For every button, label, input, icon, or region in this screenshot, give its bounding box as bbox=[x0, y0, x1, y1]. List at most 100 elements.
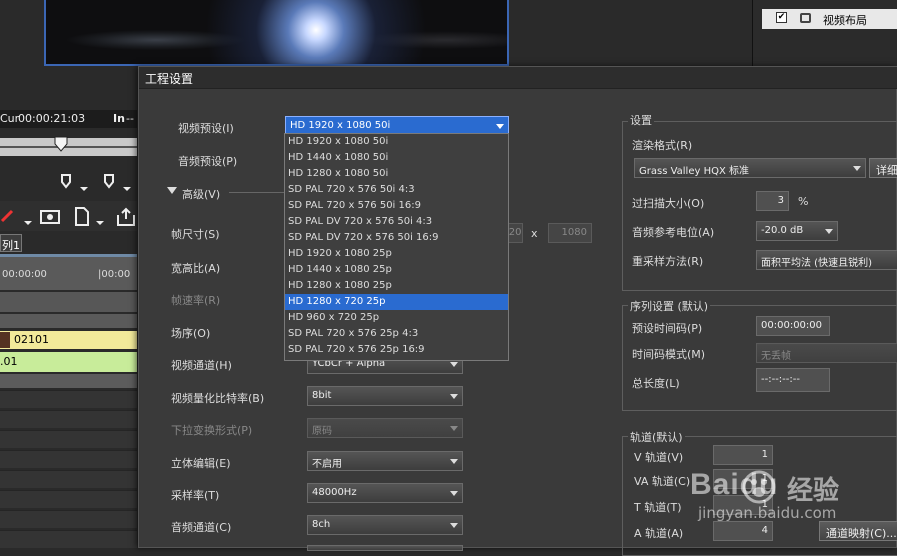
timeline-clip[interactable]: 02101 bbox=[0, 331, 137, 349]
audio-ref-select[interactable]: -20.0 dB bbox=[756, 221, 838, 241]
timecode-bar: Cur 00:00:21:03 In -- bbox=[0, 110, 137, 128]
clip-label: .01 bbox=[0, 355, 18, 368]
dropdown-option[interactable]: HD 1920 x 1080 25p bbox=[285, 246, 508, 262]
chevron-down-icon[interactable] bbox=[853, 166, 861, 171]
dropdown-option[interactable]: HD 1440 x 1080 25p bbox=[285, 262, 508, 278]
baidu-watermark: Baidu 经验 jingyan.baidu.com bbox=[690, 464, 890, 544]
preview-frame bbox=[46, 0, 507, 64]
timecode-mode-select[interactable]: 无丢帧 bbox=[756, 343, 897, 363]
timecode-mode-label: 时间码模式(M) bbox=[632, 348, 706, 361]
preset-timecode-label: 预设时间码(P) bbox=[632, 322, 703, 335]
timeline-track[interactable] bbox=[0, 530, 137, 548]
preset-timecode-field[interactable]: 00:00:00:00 bbox=[756, 316, 830, 336]
dropdown-option[interactable]: HD 1440 x 1080 50i bbox=[285, 150, 508, 166]
timeline-track[interactable] bbox=[0, 430, 137, 448]
field-order-label: 场序(O) bbox=[171, 327, 211, 340]
file-icon[interactable] bbox=[74, 207, 108, 227]
overscan-field[interactable]: 3 bbox=[756, 191, 789, 211]
extra-select[interactable] bbox=[307, 545, 463, 551]
pulldown-select[interactable]: 原码 bbox=[307, 418, 463, 438]
v-track-field[interactable]: 1 bbox=[713, 445, 773, 465]
timeline-track[interactable] bbox=[0, 490, 137, 508]
advanced-label[interactable]: 高级(V) bbox=[182, 186, 220, 202]
render-format-label: 渲染格式(R) bbox=[632, 139, 693, 152]
watermark-brand-cn: 经验 bbox=[787, 476, 840, 506]
overscan-label: 过扫描大小(O) bbox=[632, 197, 705, 210]
audio-preset-label: 音频预设(P) bbox=[178, 155, 238, 168]
video-preview bbox=[44, 0, 509, 66]
dropdown-option[interactable]: HD 1280 x 1080 50i bbox=[285, 166, 508, 182]
render-format-select[interactable]: Grass Valley HQX 标准 bbox=[634, 158, 866, 178]
chevron-down-icon[interactable] bbox=[825, 229, 833, 234]
cur-label: Cur bbox=[0, 112, 20, 125]
timeline-track[interactable] bbox=[0, 510, 137, 528]
stereo-edit-select[interactable]: 不启用 bbox=[307, 451, 463, 471]
audio-channel-select[interactable]: 8ch bbox=[307, 515, 463, 535]
frame-height-field[interactable]: 1080 bbox=[548, 223, 592, 243]
chevron-down-icon[interactable] bbox=[496, 124, 504, 129]
dropdown-option[interactable]: SD PAL 720 x 576 25p 16:9 bbox=[285, 342, 508, 358]
dropdown-option[interactable]: SD PAL 720 x 576 50i 4:3 bbox=[285, 182, 508, 198]
bitdepth-select[interactable]: 8bit bbox=[307, 386, 463, 406]
audio-ref-value: -20.0 dB bbox=[761, 225, 804, 236]
timeline-track[interactable] bbox=[0, 390, 137, 408]
timeline-track[interactable] bbox=[0, 292, 137, 312]
samplerate-select[interactable]: 48000Hz bbox=[307, 483, 463, 503]
ruler-mark: |00:00 bbox=[98, 269, 131, 280]
aspect-ratio-label: 宽高比(A) bbox=[171, 262, 221, 275]
detail-button[interactable]: 详细 bbox=[869, 158, 897, 178]
playhead-icon[interactable] bbox=[54, 136, 68, 152]
timeline-track[interactable] bbox=[0, 470, 137, 488]
tool-icon[interactable] bbox=[0, 207, 34, 227]
stereo-edit-value: 不启用 bbox=[312, 459, 342, 470]
collapse-triangle-icon[interactable] bbox=[167, 187, 177, 195]
total-length-field[interactable]: --:--:--:-- bbox=[756, 368, 830, 392]
dropdown-option[interactable]: HD 1920 x 1080 50i bbox=[285, 134, 508, 150]
scrub-track bbox=[0, 146, 137, 148]
dropdown-option[interactable]: HD 960 x 720 25p bbox=[285, 310, 508, 326]
dropdown-option[interactable]: HD 1280 x 1080 25p bbox=[285, 278, 508, 294]
chevron-down-icon[interactable] bbox=[450, 362, 458, 367]
dropdown-option[interactable]: SD PAL DV 720 x 576 50i 16:9 bbox=[285, 230, 508, 246]
frame-size-label: 帧尺寸(S) bbox=[171, 228, 220, 241]
chevron-down-icon[interactable] bbox=[450, 523, 458, 528]
sequence-tab[interactable]: 列1 bbox=[0, 234, 22, 252]
chevron-down-icon[interactable] bbox=[450, 426, 458, 431]
audio-channel-label: 音频通道(C) bbox=[171, 521, 232, 534]
dropdown-option[interactable]: HD 1280 x 720 25p bbox=[285, 294, 508, 310]
t-track-label: T 轨道(T) bbox=[634, 501, 682, 514]
in-label: In bbox=[113, 112, 125, 125]
video-preset-dropdown: HD 1920 x 1080 50i HD 1440 x 1080 50i HD 1… bbox=[284, 133, 509, 361]
chevron-down-icon[interactable] bbox=[450, 394, 458, 399]
dropdown-option[interactable]: SD PAL 720 x 576 50i 16:9 bbox=[285, 198, 508, 214]
video-preset-label: 视频预设(I) bbox=[178, 122, 234, 135]
timeline-ruler[interactable]: 00:00:00 |00:00 bbox=[0, 254, 137, 290]
track-group-title: 轨道(默认) bbox=[628, 429, 685, 445]
overscan-unit: % bbox=[798, 195, 809, 208]
samplerate-value: 48000Hz bbox=[312, 487, 357, 498]
timeline-track[interactable] bbox=[0, 450, 137, 468]
layout-item-video[interactable]: ✔ 视频布局 bbox=[762, 9, 897, 29]
samplerate-label: 采样率(T) bbox=[171, 489, 220, 502]
chevron-down-icon[interactable] bbox=[450, 459, 458, 464]
timeline-track[interactable] bbox=[0, 374, 137, 388]
mark-in-icon[interactable] bbox=[60, 173, 90, 193]
pulldown-label: 下拉变换形式(P) bbox=[171, 424, 253, 437]
clip-thumbnail bbox=[0, 332, 10, 348]
resample-select[interactable]: 面积平均法 (快速且锐利) bbox=[756, 250, 897, 270]
timeline-clip[interactable]: .01 bbox=[0, 352, 137, 372]
a-track-label: A 轨道(A) bbox=[634, 527, 684, 540]
export-icon[interactable] bbox=[116, 207, 137, 227]
mark-out-icon[interactable] bbox=[103, 173, 133, 193]
transport-controls bbox=[0, 168, 137, 198]
chevron-down-icon[interactable] bbox=[450, 491, 458, 496]
dropdown-option[interactable]: SD PAL DV 720 x 576 50i 4:3 bbox=[285, 214, 508, 230]
pulldown-value: 原码 bbox=[312, 426, 332, 437]
dropdown-option[interactable]: SD PAL 720 x 576 25p 4:3 bbox=[285, 326, 508, 342]
timeline-track[interactable] bbox=[0, 314, 137, 328]
va-track-label: VA 轨道(C) bbox=[634, 475, 691, 488]
timeline-track[interactable] bbox=[0, 410, 137, 428]
checkbox-icon[interactable]: ✔ bbox=[776, 12, 787, 23]
camera-icon[interactable] bbox=[40, 207, 60, 225]
timeline-toolbar bbox=[0, 201, 137, 231]
